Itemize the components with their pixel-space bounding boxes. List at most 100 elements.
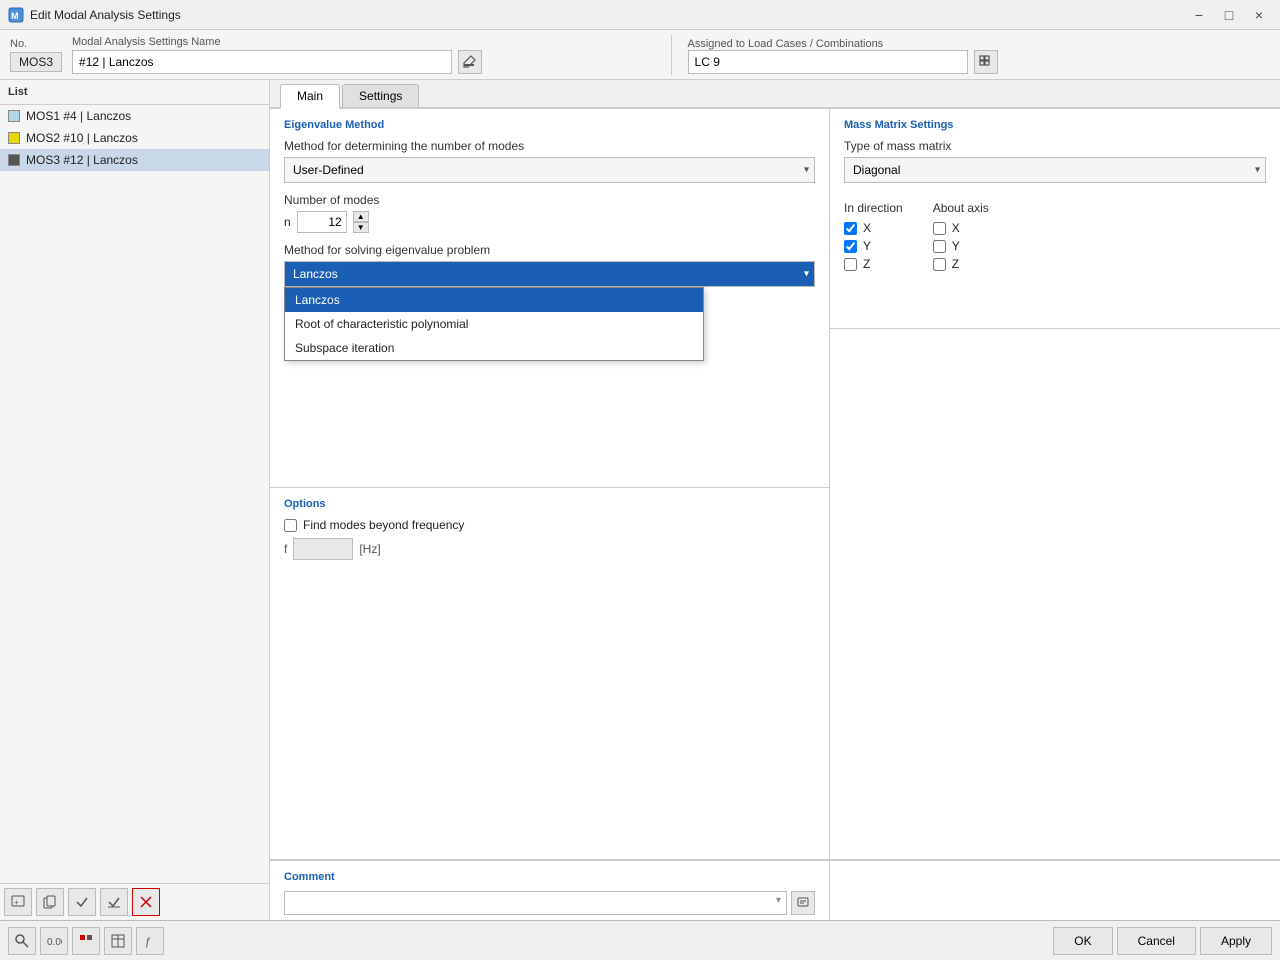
maximize-button[interactable]: □	[1216, 2, 1242, 28]
solve-dropdown: Lanczos Root of characteristic polynomia…	[284, 287, 704, 361]
tab-settings[interactable]: Settings	[342, 84, 419, 107]
name-value-row	[72, 50, 655, 74]
bottom-bar: 0.00 ƒ OK Cancel Apply	[0, 920, 1280, 960]
copy-item-button[interactable]	[36, 888, 64, 916]
sidebar-item-mos2[interactable]: MOS2 #10 | Lanczos	[0, 127, 269, 149]
num-modes-label: Number of modes	[284, 193, 815, 207]
find-modes-row: Find modes beyond frequency	[284, 518, 815, 532]
svg-text:0.00: 0.00	[47, 937, 62, 948]
svg-text:+: +	[14, 898, 19, 907]
sidebar-item-mos1[interactable]: MOS1 #4 | Lanczos	[0, 105, 269, 127]
sidebar: List MOS1 #4 | Lanczos MOS2 #10 | Lanczo…	[0, 80, 270, 920]
mos2-label: MOS2 #10 | Lanczos	[26, 131, 138, 145]
freq-input[interactable]	[293, 538, 353, 560]
axis-y-label: Y	[952, 239, 960, 253]
svg-text:ƒ: ƒ	[145, 936, 151, 948]
mass-type-select[interactable]: Diagonal Consistent	[844, 157, 1266, 183]
function-tool-button[interactable]: ƒ	[136, 927, 164, 955]
axis-z-checkbox[interactable]	[933, 258, 946, 271]
name-cell: Modal Analysis Settings Name	[72, 36, 655, 74]
search-tool-button[interactable]	[8, 927, 36, 955]
copy-icon	[43, 895, 57, 909]
name-input[interactable]	[72, 50, 452, 74]
sidebar-footer: +	[0, 883, 269, 920]
method-label: Method for determining the number of mod…	[284, 139, 815, 153]
in-direction-label: In direction	[844, 201, 903, 215]
assigned-edit-button[interactable]	[974, 50, 998, 74]
tab-main[interactable]: Main	[280, 84, 340, 109]
grid-icon	[979, 55, 993, 69]
name-edit-button[interactable]	[458, 50, 482, 74]
freq-row: f [Hz]	[284, 538, 815, 560]
delete-button[interactable]	[132, 888, 160, 916]
axis-y-checkbox[interactable]	[933, 240, 946, 253]
title-bar-title: Edit Modal Analysis Settings	[30, 8, 1180, 22]
check2-button[interactable]	[100, 888, 128, 916]
axis-x-checkbox[interactable]	[933, 222, 946, 235]
no-label: No.	[10, 38, 62, 50]
solve-select[interactable]: Lanczos Root of characteristic polynomia…	[284, 261, 815, 287]
dropdown-option-root[interactable]: Root of characteristic polynomial	[285, 312, 703, 336]
tabs-row: Main Settings	[270, 80, 1280, 109]
apply-button[interactable]: Apply	[1200, 927, 1272, 955]
comment-icon	[797, 897, 809, 909]
solve-select-wrapper: Lanczos Root of characteristic polynomia…	[284, 261, 815, 287]
mass-matrix-section: Mass Matrix Settings Type of mass matrix…	[830, 109, 1280, 329]
no-value-row: MOS3	[10, 52, 62, 72]
no-cell: No. MOS3	[10, 38, 62, 72]
spinner-up[interactable]: ▲	[353, 211, 369, 222]
spinner-down[interactable]: ▼	[353, 222, 369, 233]
method-select-wrapper: User-Defined Automatic ▾	[284, 157, 815, 183]
options-title: Options	[284, 498, 815, 510]
edit-icon	[463, 55, 477, 69]
cancel-button[interactable]: Cancel	[1117, 927, 1196, 955]
delete-icon	[139, 895, 153, 909]
axis-x-row: X	[933, 221, 989, 235]
color-tool-button[interactable]	[72, 927, 100, 955]
axis-z-row: Z	[933, 257, 989, 271]
comment-section: Comment ▾	[270, 860, 829, 920]
dir-z-label: Z	[863, 257, 870, 271]
color-icon	[79, 934, 93, 948]
about-axis-label: About axis	[933, 201, 989, 215]
direction-grid: In direction X Y	[844, 201, 1266, 275]
dropdown-option-lanczos[interactable]: Lanczos	[285, 288, 703, 312]
comment-input[interactable]	[284, 891, 787, 915]
find-modes-checkbox[interactable]	[284, 519, 297, 532]
axis-z-label: Z	[952, 257, 959, 271]
right-panel-empty	[830, 329, 1280, 860]
spinner-buttons: ▲ ▼	[353, 211, 369, 233]
table-tool-button[interactable]	[104, 927, 132, 955]
eigenvalue-section: Eigenvalue Method Method for determining…	[270, 109, 829, 488]
title-bar: M Edit Modal Analysis Settings − □ ×	[0, 0, 1280, 30]
dir-y-row: Y	[844, 239, 903, 253]
method-select[interactable]: User-Defined Automatic	[284, 157, 815, 183]
value-tool-button[interactable]: 0.00	[40, 927, 68, 955]
type-label: Type of mass matrix	[844, 139, 1266, 153]
sidebar-item-mos3[interactable]: MOS3 #12 | Lanczos	[0, 149, 269, 171]
check-icon	[75, 895, 89, 909]
dir-y-checkbox[interactable]	[844, 240, 857, 253]
dialog-body: No. MOS3 Modal Analysis Settings Name As…	[0, 30, 1280, 960]
dir-x-label: X	[863, 221, 871, 235]
num-modes-input[interactable]	[297, 211, 347, 233]
dropdown-option-subspace[interactable]: Subspace iteration	[285, 336, 703, 360]
close-button[interactable]: ×	[1246, 2, 1272, 28]
axis-x-label: X	[952, 221, 960, 235]
add-item-button[interactable]: +	[4, 888, 32, 916]
content-area: Main Settings Eigenvalue Method Method f…	[270, 80, 1280, 920]
check-button[interactable]	[68, 888, 96, 916]
svg-text:M: M	[11, 11, 19, 21]
assigned-label: Assigned to Load Cases / Combinations	[688, 38, 884, 50]
ok-button[interactable]: OK	[1053, 927, 1112, 955]
mos1-dot	[8, 110, 20, 122]
f-label: f	[284, 542, 287, 556]
dir-z-checkbox[interactable]	[844, 258, 857, 271]
assigned-input[interactable]	[688, 50, 968, 74]
assigned-cell: Assigned to Load Cases / Combinations	[688, 36, 1271, 74]
dir-x-checkbox[interactable]	[844, 222, 857, 235]
right-comment-empty	[830, 860, 1280, 920]
minimize-button[interactable]: −	[1186, 2, 1212, 28]
options-section: Options Find modes beyond frequency f [H…	[270, 488, 829, 860]
comment-action-button[interactable]	[791, 891, 815, 915]
